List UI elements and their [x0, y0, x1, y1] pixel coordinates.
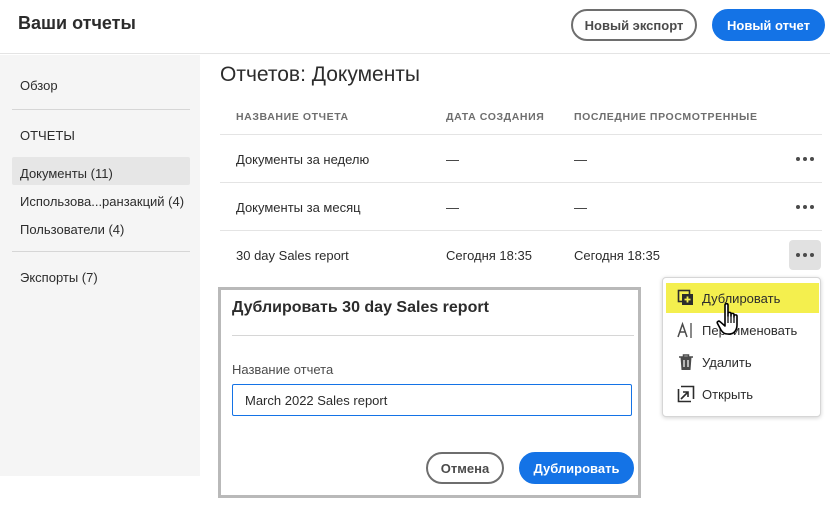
confirm-duplicate-button[interactable]: Дублировать: [519, 452, 634, 484]
sidebar-item-users[interactable]: Пользователи (4): [20, 222, 124, 237]
page-title: Отчетов: Документы: [220, 63, 421, 86]
sidebar-divider: [12, 109, 190, 110]
dot: [810, 205, 814, 209]
page-header-title: Ваши отчеты: [18, 13, 136, 33]
sidebar-item-documents[interactable]: Документы (11): [20, 166, 113, 181]
dot: [803, 253, 807, 257]
dot: [810, 157, 814, 161]
rename-icon: [677, 321, 692, 338]
cancel-button[interactable]: Отмена: [426, 452, 504, 484]
more-actions-button-active[interactable]: [789, 240, 821, 270]
table-divider: [220, 230, 822, 231]
more-actions-button[interactable]: [789, 192, 821, 222]
open-icon: [677, 385, 695, 403]
trash-icon: [679, 354, 693, 370]
duplicate-report-dialog: Дублировать 30 day Sales report Название…: [218, 287, 641, 498]
table-row-created: —: [446, 152, 459, 167]
new-report-button[interactable]: Новый отчет: [712, 9, 825, 41]
sidebar-item-usage[interactable]: Использова...ранзакций (4): [20, 194, 184, 209]
sidebar-item-overview[interactable]: Обзор: [20, 78, 58, 93]
duplicate-icon: [677, 289, 693, 305]
new-export-button[interactable]: Новый экспорт: [571, 9, 697, 41]
table-row-viewed: —: [574, 152, 587, 167]
table-divider: [220, 134, 822, 135]
sidebar-divider: [12, 251, 190, 252]
dot: [796, 205, 800, 209]
report-name-input[interactable]: [232, 384, 632, 416]
hand-pointer-icon: [716, 302, 738, 335]
table-row-created: Сегодня 18:35: [446, 248, 532, 263]
table-divider: [220, 182, 822, 183]
report-name-label: Название отчета: [232, 362, 334, 377]
dot: [796, 157, 800, 161]
dot: [810, 253, 814, 257]
dot: [803, 205, 807, 209]
table-row-viewed: Сегодня 18:35: [574, 248, 660, 263]
more-actions-button[interactable]: [789, 144, 821, 174]
app-header: Ваши отчеты Новый экспорт Новый отчет: [0, 0, 830, 54]
table-row-name[interactable]: Документы за месяц: [236, 200, 361, 215]
table-row-created: —: [446, 200, 459, 215]
menu-item-label: Удалить: [702, 355, 752, 370]
dialog-divider: [232, 335, 634, 336]
dialog-title: Дублировать 30 day Sales report: [232, 299, 489, 316]
table-row-name[interactable]: 30 day Sales report: [236, 248, 349, 263]
sidebar-section-reports: ОТЧЕТЫ: [20, 128, 75, 143]
column-header-name[interactable]: НАЗВАНИЕ ОТЧЕТА: [236, 111, 349, 123]
dot: [796, 253, 800, 257]
menu-item-open[interactable]: Открыть: [666, 379, 819, 409]
sidebar: Обзор ОТЧЕТЫ Документы (11) Использова..…: [0, 55, 200, 476]
column-header-created[interactable]: ДАТА СОЗДАНИЯ: [446, 111, 544, 123]
column-header-viewed[interactable]: ПОСЛЕДНИЕ ПРОСМОТРЕННЫЕ: [574, 111, 758, 123]
table-row-viewed: —: [574, 200, 587, 215]
menu-item-label: Открыть: [702, 387, 754, 402]
menu-item-delete[interactable]: Удалить: [666, 347, 819, 377]
dot: [803, 157, 807, 161]
sidebar-item-exports[interactable]: Экспорты (7): [20, 270, 98, 285]
row-actions-menu: Дублировать Переименовать Удалить Открыт…: [662, 277, 821, 417]
table-row-name[interactable]: Документы за неделю: [236, 152, 369, 167]
